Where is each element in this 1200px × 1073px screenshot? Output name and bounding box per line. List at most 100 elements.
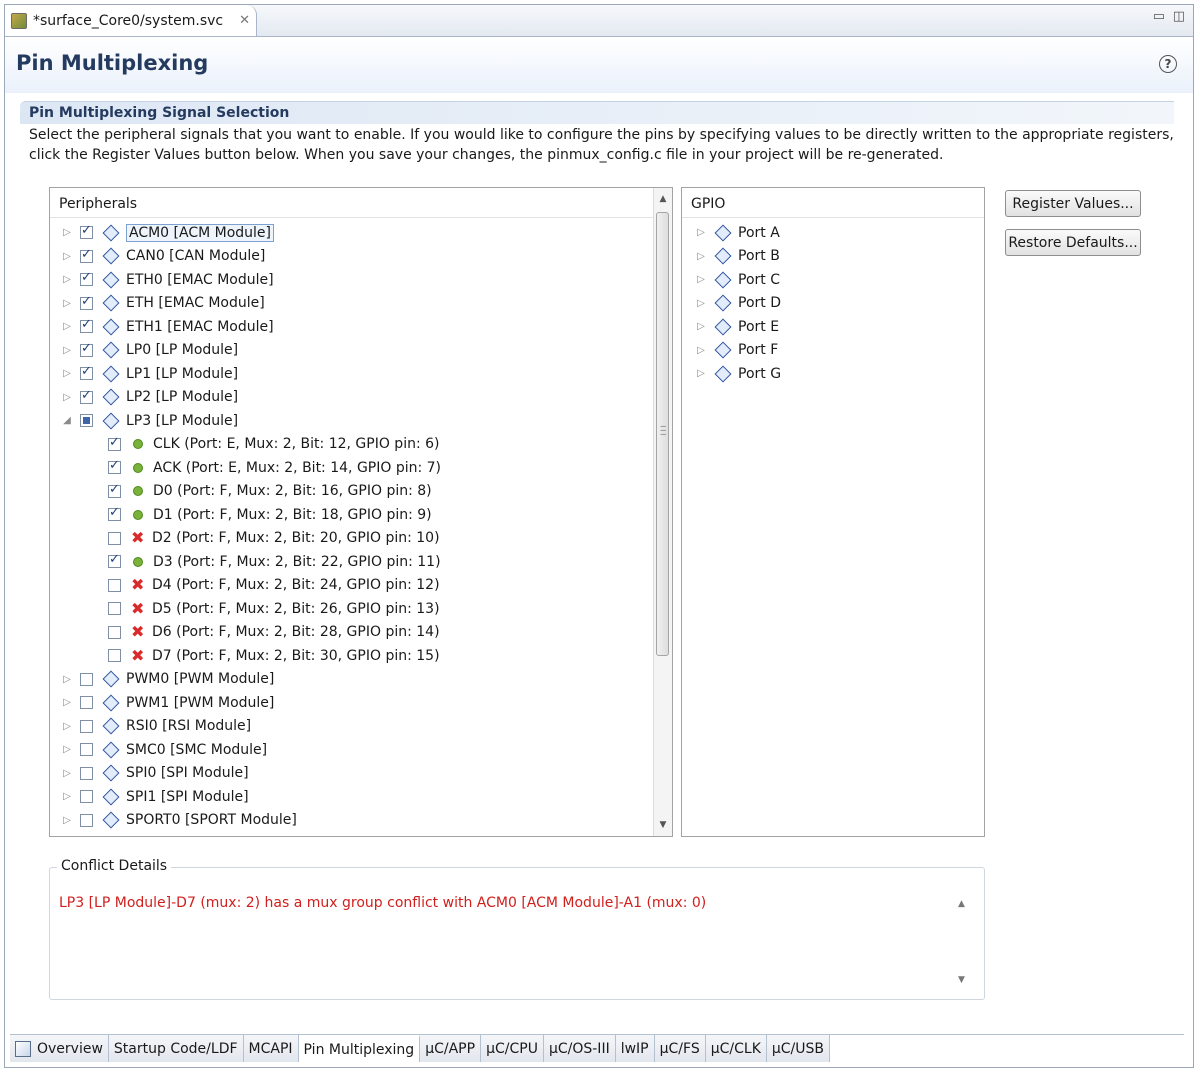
close-icon[interactable]: ✕ <box>239 13 250 28</box>
peripheral-row[interactable]: ▷ ETH1 [EMAC Module] <box>62 315 274 338</box>
signal-row[interactable]: D0 (Port: F, Mux: 2, Bit: 16, GPIO pin: … <box>108 480 432 503</box>
peripheral-row[interactable]: ▷ SPORT0 [SPORT Module] <box>62 809 297 832</box>
checkbox[interactable] <box>108 649 121 662</box>
peripheral-row[interactable]: ▷ LP0 [LP Module] <box>62 339 238 362</box>
checkbox[interactable] <box>108 531 121 545</box>
collapsed-triangle-icon[interactable]: ▷ <box>62 368 72 379</box>
gpio-port-row[interactable]: ▷ Port C <box>696 268 780 291</box>
gpio-port-row[interactable]: ▷ Port F <box>696 339 778 362</box>
collapsed-triangle-icon[interactable]: ▷ <box>62 791 72 802</box>
checkbox[interactable] <box>80 317 93 333</box>
collapsed-triangle-icon[interactable]: ▷ <box>696 345 706 356</box>
collapsed-triangle-icon[interactable]: ▷ <box>62 744 72 755</box>
checkbox[interactable] <box>80 364 93 380</box>
collapsed-triangle-icon[interactable]: ▷ <box>62 251 72 262</box>
page-tab--c-usb[interactable]: µC/USB <box>766 1035 831 1062</box>
editor-tab-system-svc[interactable]: *surface_Core0/system.svc ✕ <box>5 5 257 36</box>
gpio-port-row[interactable]: ▷ Port B <box>696 245 780 268</box>
checkbox[interactable] <box>80 696 93 709</box>
checkbox[interactable] <box>80 247 93 263</box>
page-tab-pin-multiplexing[interactable]: Pin Multiplexing <box>298 1035 421 1062</box>
checkbox[interactable] <box>80 388 93 404</box>
collapsed-triangle-icon[interactable]: ▷ <box>62 345 72 356</box>
maximize-icon[interactable]: ◫ <box>1173 9 1185 24</box>
page-tab-lwip[interactable]: lwIP <box>615 1035 655 1062</box>
scroll-up-icon[interactable]: ▲ <box>654 194 672 204</box>
register-values-button[interactable]: Register Values... <box>1005 190 1141 217</box>
checkbox[interactable] <box>80 270 93 286</box>
collapsed-triangle-icon[interactable]: ▷ <box>62 815 72 826</box>
collapsed-triangle-icon[interactable]: ▷ <box>696 251 706 262</box>
checkbox[interactable] <box>108 482 121 498</box>
signal-row[interactable]: ✖ D2 (Port: F, Mux: 2, Bit: 20, GPIO pin:… <box>108 527 440 550</box>
page-tab-startup-code-ldf[interactable]: Startup Code/LDF <box>108 1035 244 1062</box>
collapsed-triangle-icon[interactable]: ▷ <box>62 721 72 732</box>
checkbox[interactable] <box>108 625 121 639</box>
checkbox[interactable] <box>108 505 121 521</box>
page-tab--c-cpu[interactable]: µC/CPU <box>481 1035 544 1062</box>
checkbox[interactable] <box>108 602 121 615</box>
checkbox[interactable] <box>80 743 93 756</box>
checkbox[interactable] <box>80 294 93 310</box>
signal-row[interactable]: CLK (Port: E, Mux: 2, Bit: 12, GPIO pin:… <box>108 433 440 456</box>
checkbox[interactable] <box>80 766 93 780</box>
page-tab-overview[interactable]: Overview <box>10 1035 109 1062</box>
checkbox[interactable] <box>108 552 121 568</box>
peripheral-row[interactable]: ▷ ACM0 [ACM Module] <box>62 221 275 244</box>
checkbox[interactable] <box>80 341 93 357</box>
signal-row[interactable]: D3 (Port: F, Mux: 2, Bit: 22, GPIO pin: … <box>108 550 441 573</box>
checkbox[interactable] <box>108 578 121 592</box>
collapsed-triangle-icon[interactable]: ▷ <box>696 274 706 285</box>
peripherals-tree[interactable]: Peripherals ▷ ACM0 [ACM Module] ▷ CAN0 [CAN… <box>49 187 673 837</box>
gpio-tree[interactable]: GPIO ▷ Port A ▷ Port B ▷ Port C ▷ Port D ▷ Port E… <box>681 187 985 837</box>
peripheral-row[interactable]: ▷ LP2 [LP Module] <box>62 386 238 409</box>
signal-row[interactable]: D1 (Port: F, Mux: 2, Bit: 18, GPIO pin: … <box>108 503 432 526</box>
collapsed-triangle-icon[interactable]: ▷ <box>62 392 72 403</box>
peripheral-row[interactable]: ▷ LP1 [LP Module] <box>62 362 238 385</box>
collapsed-triangle-icon[interactable]: ▷ <box>696 298 706 309</box>
checkbox[interactable] <box>80 790 93 803</box>
checkbox[interactable] <box>80 672 93 686</box>
collapsed-triangle-icon[interactable]: ▷ <box>62 274 72 285</box>
peripheral-row[interactable]: ◢ LP3 [LP Module] <box>62 409 238 432</box>
scroll-down-icon[interactable]: ▼ <box>654 820 672 830</box>
conflict-scrollbar[interactable]: ▲ ▼ <box>954 891 974 991</box>
collapsed-triangle-icon[interactable]: ▷ <box>696 321 706 332</box>
signal-row[interactable]: ACK (Port: E, Mux: 2, Bit: 14, GPIO pin:… <box>108 456 441 479</box>
expanded-triangle-icon[interactable]: ◢ <box>62 415 72 426</box>
page-tab--c-os-iii[interactable]: µC/OS-III <box>543 1035 616 1062</box>
peripheral-row[interactable]: ▷ SPI0 [SPI Module] <box>62 762 249 785</box>
gpio-port-row[interactable]: ▷ Port A <box>696 221 780 244</box>
peripheral-row[interactable]: ▷ SMC0 [SMC Module] <box>62 738 267 761</box>
scrollbar-thumb[interactable]: ‒ ‒ ‒ <box>656 212 669 656</box>
gpio-port-row[interactable]: ▷ Port G <box>696 362 781 385</box>
collapsed-triangle-icon[interactable]: ▷ <box>62 697 72 708</box>
gpio-port-row[interactable]: ▷ Port E <box>696 315 779 338</box>
help-icon[interactable]: ? <box>1159 55 1177 73</box>
gpio-port-row[interactable]: ▷ Port D <box>696 292 781 315</box>
collapsed-triangle-icon[interactable]: ▷ <box>62 674 72 685</box>
page-tab--c-clk[interactable]: µC/CLK <box>705 1035 767 1062</box>
collapsed-triangle-icon[interactable]: ▷ <box>62 227 72 238</box>
peripheral-row[interactable]: ▷ RSI0 [RSI Module] <box>62 715 251 738</box>
peripheral-row[interactable]: ▷ CAN0 [CAN Module] <box>62 245 265 268</box>
page-tab--c-fs[interactable]: µC/FS <box>654 1035 706 1062</box>
scroll-down-icon[interactable]: ▼ <box>958 975 965 985</box>
signal-row[interactable]: ✖ D6 (Port: F, Mux: 2, Bit: 28, GPIO pin:… <box>108 621 440 644</box>
checkbox[interactable] <box>80 223 93 239</box>
page-tab--c-app[interactable]: µC/APP <box>420 1035 482 1062</box>
peripherals-scrollbar[interactable]: ▲ ‒ ‒ ‒ ▼ <box>653 188 672 836</box>
restore-defaults-button[interactable]: Restore Defaults... <box>1005 229 1141 256</box>
checkbox[interactable] <box>80 414 93 427</box>
collapsed-triangle-icon[interactable]: ▷ <box>696 368 706 379</box>
peripheral-row[interactable]: ▷ PWM1 [PWM Module] <box>62 691 274 714</box>
collapsed-triangle-icon[interactable]: ▷ <box>62 321 72 332</box>
checkbox[interactable] <box>80 719 93 733</box>
peripheral-row[interactable]: ▷ SPI1 [SPI Module] <box>62 785 249 808</box>
scroll-up-icon[interactable]: ▲ <box>958 899 965 909</box>
checkbox[interactable] <box>108 458 121 474</box>
signal-row[interactable]: ✖ D7 (Port: F, Mux: 2, Bit: 30, GPIO pin:… <box>108 644 440 667</box>
checkbox[interactable] <box>108 435 121 451</box>
peripheral-row[interactable]: ▷ ETH [EMAC Module] <box>62 292 265 315</box>
page-tab-mcapi[interactable]: MCAPI <box>243 1035 299 1062</box>
